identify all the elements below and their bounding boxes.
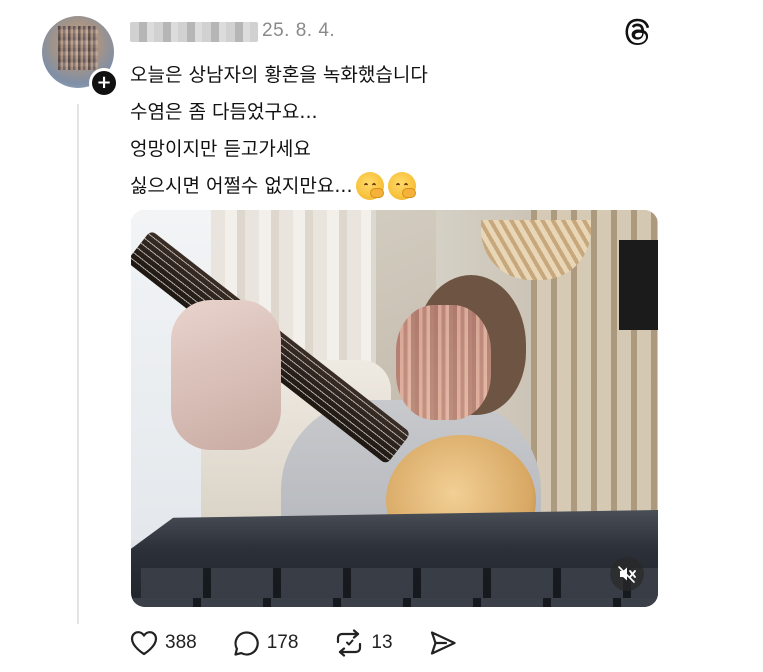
- post-text-line-2: 수염은 좀 다듬었구요...: [130, 100, 318, 123]
- heart-icon: [130, 631, 158, 656]
- post-video[interactable]: [131, 210, 658, 607]
- reply-button[interactable]: 178: [233, 630, 299, 657]
- blurred-face: [58, 26, 98, 70]
- blurred-face: [396, 305, 491, 420]
- send-icon: [430, 631, 456, 655]
- speaker-muted-icon: [618, 566, 636, 583]
- post-text-line-3: 엉망이지만 듣고가세요: [130, 137, 311, 160]
- post-text-line-4: 싫으시면 어쩔수 없지만요...: [130, 167, 690, 204]
- post-timestamp: 25. 8. 4.: [262, 20, 336, 41]
- repost-icon: [337, 629, 362, 657]
- like-button[interactable]: 388: [130, 630, 197, 656]
- threads-post: + 25. 8. 4. 오늘은 상남자의 황혼을 녹화했습니다 수염은 좀 다듬…: [0, 0, 763, 672]
- repost-count: 13: [371, 632, 393, 653]
- reply-count: 178: [266, 632, 299, 653]
- mute-button[interactable]: [610, 557, 644, 591]
- blurred-username[interactable]: [130, 22, 258, 42]
- melting-face-icon: [388, 171, 417, 200]
- action-bar: 388 178 13: [130, 626, 493, 660]
- share-button[interactable]: [429, 630, 457, 656]
- melting-face-icon: [356, 171, 385, 200]
- repost-button[interactable]: 13: [334, 629, 393, 657]
- like-count: 388: [165, 632, 197, 653]
- post-text-line-4-text: 싫으시면 어쩔수 없지만요...: [130, 174, 353, 197]
- follow-plus-icon[interactable]: +: [89, 68, 119, 98]
- thread-connector-line: [77, 104, 79, 624]
- threads-logo-icon[interactable]: [625, 18, 653, 46]
- post-text-line-1: 오늘은 상남자의 황혼을 녹화했습니다: [130, 63, 428, 86]
- post-body: 오늘은 상남자의 황혼을 녹화했습니다 수염은 좀 다듬었구요... 엉망이지만…: [130, 56, 690, 204]
- hand: [171, 300, 281, 450]
- speech-bubble-icon: [234, 630, 259, 656]
